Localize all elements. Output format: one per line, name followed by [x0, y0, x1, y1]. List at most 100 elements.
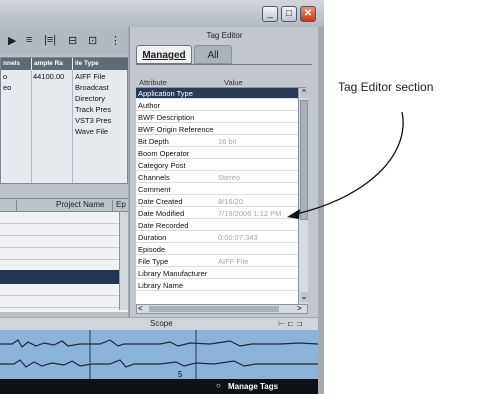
- more-icon[interactable]: ⋮: [110, 34, 121, 47]
- tag-attribute: Channels: [138, 173, 170, 182]
- columns-icon[interactable]: |≡|: [44, 34, 56, 46]
- application-window: _ □ ✕ ▶ ≡ |≡| ⊟ ⊡ ⋮ nnels ample Ra ile T…: [0, 0, 324, 394]
- column-ep[interactable]: Ep: [116, 200, 126, 209]
- scope-title: Scope: [150, 319, 173, 328]
- grid-separator: [31, 70, 32, 183]
- scroll-down-icon[interactable]: ⌄: [300, 292, 308, 302]
- play-icon[interactable]: ▶: [8, 34, 16, 47]
- tag-value[interactable]: 8/16/20: [218, 196, 243, 206]
- grid-cell[interactable]: AIFF File: [75, 71, 105, 82]
- grid-header-file-type[interactable]: ile Type: [73, 58, 128, 70]
- tag-row[interactable]: Bit Depth 16 bit: [136, 136, 298, 147]
- tag-row[interactable]: BWF Origin Reference: [136, 124, 298, 135]
- selected-list-item[interactable]: [0, 270, 119, 284]
- grid-header-channels[interactable]: nnels: [1, 58, 31, 70]
- project-list-header: Project Name Ep: [0, 198, 128, 212]
- tag-list: Application Type Author BWF Description BWF…: [136, 88, 298, 304]
- panel-icon[interactable]: ⊟: [68, 34, 77, 47]
- tag-attribute: Bit Depth: [138, 137, 169, 146]
- grid-cell[interactable]: Wave File: [75, 126, 108, 137]
- project-scrollbar[interactable]: [119, 212, 128, 310]
- grid-cell[interactable]: Directory: [75, 93, 105, 104]
- tag-attribute: Library Name: [138, 281, 184, 290]
- tag-attribute: Author: [138, 101, 161, 110]
- list-item[interactable]: [0, 284, 119, 296]
- tag-row[interactable]: Application Type: [136, 88, 298, 99]
- tag-attribute: Application Type: [138, 89, 193, 98]
- grid-cell[interactable]: VST3 Pres: [75, 115, 111, 126]
- project-list: [0, 212, 128, 312]
- hscroll-thumb[interactable]: [149, 306, 279, 312]
- scroll-thumb[interactable]: [300, 100, 308, 220]
- tag-value[interactable]: 0:00:07.343: [218, 232, 258, 242]
- list-item[interactable]: [0, 296, 119, 308]
- waveform-display[interactable]: [0, 330, 318, 380]
- minimize-icon: _: [267, 8, 273, 19]
- grid-cell[interactable]: Track Pres: [75, 104, 111, 115]
- tag-row[interactable]: Channels Stereo: [136, 172, 298, 183]
- tab-underline: [136, 64, 312, 65]
- maximize-icon: □: [285, 8, 293, 19]
- tab-managed[interactable]: Managed: [136, 45, 192, 64]
- list-item[interactable]: [0, 236, 119, 248]
- grid-cell[interactable]: Broadcast: [75, 82, 109, 93]
- maximize-button[interactable]: □: [281, 6, 297, 22]
- scope-marker-label: 5: [178, 370, 183, 379]
- scroll-up-icon[interactable]: ^: [300, 88, 308, 98]
- tag-attribute: Episode: [138, 245, 166, 254]
- tag-list-scrollbar[interactable]: ^ ⌄: [298, 88, 308, 304]
- media-toolbar: ▶ ≡ |≡| ⊟ ⊡ ⋮: [0, 27, 128, 55]
- tag-attribute: File Type: [138, 257, 169, 266]
- close-button[interactable]: ✕: [300, 6, 316, 22]
- list-item[interactable]: [0, 212, 119, 224]
- tag-row[interactable]: Episode: [136, 244, 298, 255]
- minimize-button[interactable]: _: [262, 6, 278, 22]
- layout-icon[interactable]: ⊡: [88, 34, 97, 47]
- tag-value[interactable]: 16 bit: [218, 136, 236, 146]
- tag-row[interactable]: Comment: [136, 184, 298, 195]
- tag-value[interactable]: 7/19/2006 1:12 PM: [218, 208, 281, 218]
- column-attribute[interactable]: Attribute: [139, 78, 167, 87]
- scope-controls-icon[interactable]: ⊢ ⊏ ⊐: [278, 318, 303, 330]
- column-value[interactable]: Value: [224, 78, 243, 87]
- tag-value[interactable]: Stereo: [218, 172, 240, 182]
- tag-row[interactable]: Date Recorded: [136, 220, 298, 231]
- tag-row[interactable]: Category Post: [136, 160, 298, 171]
- grid-separator: [72, 70, 73, 183]
- tag-attribute: Date Created: [138, 197, 183, 206]
- manage-tags-button[interactable]: Manage Tags: [228, 382, 278, 391]
- grid-header-sample-rate[interactable]: ample Ra: [32, 58, 72, 70]
- tag-editor-panel: Tag Editor Managed All Attribute Value A…: [129, 27, 318, 317]
- tag-attribute: Library Manufacturer: [138, 269, 208, 278]
- grid-cell: o: [3, 72, 8, 81]
- tag-list-hscrollbar[interactable]: < >: [136, 304, 308, 314]
- column-project-name[interactable]: Project Name: [56, 200, 104, 209]
- tag-value[interactable]: AIFF File: [218, 256, 248, 266]
- tag-row[interactable]: Boom Operator: [136, 148, 298, 159]
- tag-row[interactable]: Duration 0:00:07.343: [136, 232, 298, 243]
- list-item[interactable]: [0, 248, 119, 260]
- tag-row[interactable]: Date Modified 7/19/2006 1:12 PM: [136, 208, 298, 219]
- grid-cell: 44100.00: [33, 72, 65, 81]
- tag-row[interactable]: Date Created 8/16/20: [136, 196, 298, 207]
- tag-attribute: Category Post: [138, 161, 186, 170]
- tag-attribute: Boom Operator: [138, 149, 190, 158]
- tag-table-header: Attribute Value: [136, 77, 306, 88]
- scroll-left-icon[interactable]: <: [138, 305, 146, 313]
- manage-tags-icon[interactable]: ○: [216, 381, 221, 390]
- tag-row[interactable]: Author: [136, 100, 298, 111]
- tab-all[interactable]: All: [194, 45, 232, 64]
- callout-label: Tag Editor section: [338, 80, 434, 94]
- tag-attribute: BWF Description: [138, 113, 195, 122]
- grid-cell: eo: [3, 83, 12, 92]
- close-icon: ✕: [303, 8, 313, 19]
- tag-row[interactable]: File Type AIFF File: [136, 256, 298, 267]
- scroll-right-icon[interactable]: >: [297, 305, 305, 313]
- tag-row[interactable]: Library Name: [136, 280, 298, 291]
- list-icon[interactable]: ≡: [26, 34, 32, 46]
- tag-row[interactable]: BWF Description: [136, 112, 298, 123]
- list-item[interactable]: [0, 224, 119, 236]
- tag-editor-title: Tag Editor: [206, 31, 243, 40]
- tag-row[interactable]: Library Manufacturer: [136, 268, 298, 279]
- scope-panel: Scope ⊢ ⊏ ⊐ 5: [0, 318, 318, 380]
